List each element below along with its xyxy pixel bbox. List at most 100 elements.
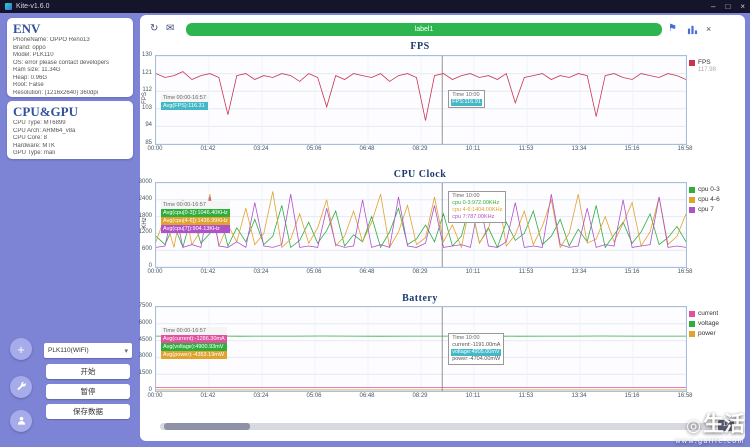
tools-button[interactable]	[10, 376, 32, 398]
cpugpu-lines: CPU Type: MT6899 CPU Arch: ARM64_v8a CPU C…	[13, 120, 127, 158]
tooltip-row: current:-1191.00mA	[452, 342, 501, 348]
scrollbar-handle[interactable]	[164, 423, 250, 430]
tooltip-row: Time 10:00	[452, 193, 480, 199]
device-select[interactable]: PLK110(WIFI) ▾	[44, 343, 132, 358]
chart-title: CPU Clock	[393, 169, 447, 180]
legend-current-value: 117.98	[698, 67, 716, 73]
main-panel: ↻ ✉ label1 ⚑ × FPS FPS Time 00:00-16:57 A…	[138, 15, 745, 441]
env-line: PhoneName: OPPO Reno13	[13, 37, 90, 43]
chart-title: Battery	[402, 293, 438, 304]
start-button[interactable]: 开始	[46, 364, 130, 379]
x-tick-label: 11:53	[518, 393, 534, 399]
annotation-row: Avg(cpu[7]):904.13KHz	[161, 225, 230, 233]
x-tick-label: 16:58	[677, 269, 693, 275]
x-tick-label: 05:06	[306, 146, 322, 152]
avg-annotation: Time 00:00-16:57 Avg(current):-1286.30mA A…	[161, 327, 227, 359]
y-tick-label: 4500	[138, 336, 152, 343]
avg-annotation: Time 00:00-16:57 Avg(FPS):116.31	[161, 94, 208, 110]
env-line: Ram size: 11.34G	[13, 67, 61, 73]
legend-swatch	[689, 320, 695, 327]
annotation-row: Avg(voltage):4900.93mV	[161, 343, 227, 351]
y-axis-ticks: 85 94 103 112 121 130	[140, 52, 153, 146]
annotation-row: Avg(FPS):116.31	[161, 102, 208, 110]
save-data-button[interactable]: 保存数据	[46, 404, 130, 419]
env-line: OS: error please contact developers	[13, 59, 110, 66]
x-axis-ticks: 00:00 01:42 03:24 05:06 06:48 08:29 10:11 11:53…	[147, 392, 692, 401]
x-tick-label: 13:34	[571, 146, 587, 152]
env-line: Root: False	[13, 82, 44, 88]
env-panel: ENV PhoneName: OPPO Reno13 Brand: oppo Mod…	[7, 18, 133, 97]
mail-icon[interactable]: ✉	[166, 22, 174, 36]
legend-item[interactable]: cpu 0-3	[689, 186, 743, 193]
y-tick-label: 1800	[138, 212, 152, 219]
chevron-down-icon: ▾	[124, 347, 128, 355]
x-tick-label: 01:42	[200, 146, 216, 152]
tooltip-row: power:-4704.00mW	[452, 356, 501, 362]
window-titlebar[interactable]: Kite-v1.6.0 – □ ×	[0, 0, 750, 13]
chart-legend[interactable]: cpu 0-3 cpu 4-6 cpu 7	[689, 186, 743, 216]
refresh-icon[interactable]: ↻	[150, 22, 158, 36]
legend-swatch	[689, 330, 695, 337]
tooltip-row: cpu 4-6:1404.00KHz	[452, 207, 503, 213]
app-window: { "window": { "title": "Kite-v1.6.0", "c…	[0, 0, 750, 447]
legend-swatch	[689, 206, 695, 213]
close-chart-icon[interactable]: ×	[706, 22, 711, 36]
chart-legend[interactable]: current voltage power	[689, 310, 743, 340]
legend-item[interactable]: cpu 7	[689, 206, 743, 213]
bookmark-icon[interactable]: ⚑	[668, 22, 677, 36]
y-tick-label: 6000	[138, 319, 152, 326]
cursor-tooltip: Time 10:00 current:-1191.00mA voltage:4905…	[448, 333, 505, 365]
annotation-row: Time 00:00-16:57	[161, 94, 208, 102]
add-button[interactable]: +	[10, 338, 32, 360]
chart-plot-area[interactable]: Time 00:00-16:57 Avg(current):-1286.30mA A…	[155, 306, 687, 392]
chart-title: FPS	[410, 41, 430, 52]
user-icon	[16, 414, 27, 429]
legend-swatch	[689, 196, 695, 203]
close-button[interactable]: ×	[740, 0, 745, 13]
x-tick-label: 06:48	[359, 269, 375, 275]
chart-legend[interactable]: FPS 117.98	[689, 59, 743, 76]
chart-plot-area[interactable]: Time 00:00-16:57 Avg(FPS):116.31 Time 10:…	[155, 55, 687, 145]
x-tick-label: 00:00	[147, 393, 163, 399]
legend-item[interactable]: FPS	[689, 59, 743, 66]
x-tick-label: 16:58	[677, 393, 693, 399]
legend-item[interactable]: voltage	[689, 320, 743, 327]
x-tick-label: 08:29	[412, 393, 428, 399]
env-line: Brand: oppo	[13, 44, 46, 51]
timeline-scrollbar[interactable]	[160, 423, 712, 430]
app-icon	[5, 3, 12, 10]
x-tick-label: 06:48	[359, 393, 375, 399]
annotation-row: Avg(power):-4353.19mW	[161, 351, 227, 359]
env-line: Resolution: (1216x2640) 360dpi	[13, 89, 99, 96]
annotation-row: Time 00:00-16:57	[161, 327, 227, 335]
x-tick-label: 10:11	[465, 393, 481, 399]
tooltip-row: cpu 7:787.00KHz	[452, 214, 495, 220]
x-tick-label: 13:34	[571, 269, 587, 275]
tooltip-row: FPS:116.91	[451, 99, 482, 106]
y-axis-ticks: 0 1500 3000 4500 6000 7500	[138, 303, 153, 393]
legend-item[interactable]: power	[689, 330, 743, 337]
zoom-scale-button[interactable]: 1x	[718, 420, 734, 431]
x-tick-label: 15:16	[624, 269, 640, 275]
x-tick-label: 13:34	[571, 393, 587, 399]
chart-columns-icon[interactable]	[687, 24, 698, 40]
y-tick-label: 1500	[138, 370, 152, 377]
y-tick-label: 121	[141, 69, 152, 76]
y-tick-label: 2400	[138, 195, 152, 202]
y-tick-label: 3000	[138, 353, 152, 360]
cpugpu-line: CPU Core: 8	[13, 135, 48, 141]
maximize-button[interactable]: □	[725, 0, 730, 13]
legend-item[interactable]: current	[689, 310, 743, 317]
chart-plot-area[interactable]: Time 00:00-16:57 Avg(cpu[0-3]):1046.40KHz…	[155, 182, 687, 268]
pause-button[interactable]: 暂停	[46, 384, 130, 399]
label-bar[interactable]: label1	[186, 23, 662, 36]
legend-label: FPS	[698, 59, 711, 66]
legend-item[interactable]: cpu 4-6	[689, 196, 743, 203]
x-tick-label: 01:42	[200, 393, 216, 399]
cpugpu-line: CPU Type: MT6899	[13, 120, 66, 126]
tooltip-row: Time 10:00	[452, 335, 480, 341]
legend-label: current	[698, 310, 719, 317]
minimize-button[interactable]: –	[711, 0, 715, 13]
tooltip-row: Time 10:00	[452, 92, 480, 98]
support-button[interactable]	[10, 410, 32, 432]
